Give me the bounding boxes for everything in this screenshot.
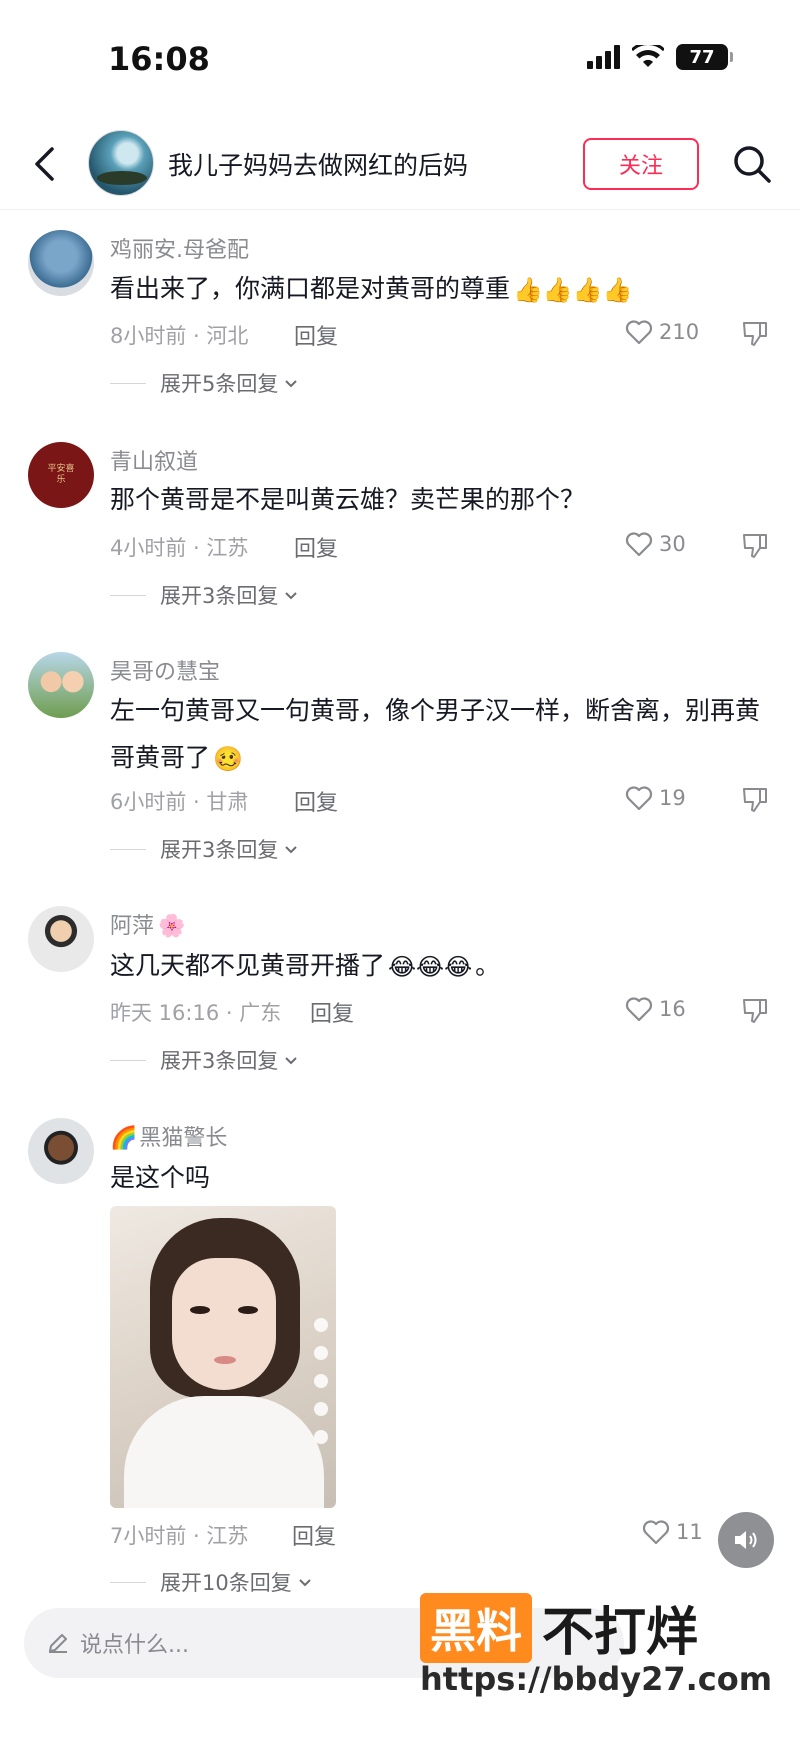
avatar[interactable]: [28, 906, 94, 972]
video-thumbnail[interactable]: [110, 1206, 336, 1508]
comment-username[interactable]: 阿萍 🌸: [110, 908, 185, 940]
watermark: 黑料 不打烊 https://bbdy27.com: [420, 1590, 800, 1710]
chevron-left-icon: [35, 147, 54, 181]
status-time: 16:08: [108, 40, 210, 78]
like-count: 11: [676, 1520, 703, 1544]
heart-icon: [625, 320, 653, 345]
like-count: 19: [659, 786, 686, 810]
divider: [110, 1059, 146, 1061]
avatar[interactable]: [28, 230, 94, 296]
speaker-icon: [735, 1531, 757, 1549]
like-count: 30: [659, 532, 686, 556]
divider: [110, 382, 146, 384]
thumbs-down-icon: [743, 999, 767, 1023]
thumbs-down-icon: [743, 534, 767, 558]
avatar-text: 平安喜乐: [47, 464, 75, 485]
thumbs-down-icon: [743, 322, 767, 346]
like-button[interactable]: 30: [625, 531, 686, 557]
comment-text: 是这个吗: [110, 1163, 211, 1192]
heart-icon: [625, 786, 653, 811]
reply-button[interactable]: 回复: [294, 319, 338, 351]
reply-button[interactable]: 回复: [294, 785, 338, 817]
avatar[interactable]: 平安喜乐: [28, 442, 94, 508]
page-title[interactable]: 我儿子妈妈去做网红的后妈: [168, 146, 468, 182]
rainbow-icon: 🌈: [110, 1126, 138, 1151]
chevron-down-icon: [285, 1057, 298, 1065]
dislike-button[interactable]: [740, 784, 770, 814]
dislike-button[interactable]: [740, 995, 770, 1025]
avatar[interactable]: [28, 652, 94, 718]
back-button[interactable]: [26, 144, 62, 184]
laughing-icon: 😂😂😂: [388, 952, 473, 981]
like-button[interactable]: 19: [625, 785, 686, 811]
chevron-down-icon: [299, 1579, 311, 1587]
divider: [110, 1581, 146, 1583]
comment-username[interactable]: 鸡丽安.母爸配: [110, 232, 249, 264]
expand-replies-button[interactable]: 展开3条回复: [110, 834, 300, 864]
wifi-icon: [632, 45, 664, 69]
nav-bar: 我儿子妈妈去做网红的后妈 关注: [0, 118, 800, 210]
dislike-button[interactable]: [740, 318, 770, 348]
expand-replies-button[interactable]: 展开5条回复: [110, 368, 300, 398]
like-count: 210: [659, 320, 700, 344]
comment-meta: 7小时前 · 江苏: [110, 1524, 249, 1548]
comment-username[interactable]: 青山叙道: [110, 444, 198, 476]
comment-text: 这几天都不见黄哥开播了 😂😂😂。: [110, 942, 760, 991]
video-side-icons: [314, 1318, 328, 1444]
divider: [110, 848, 146, 850]
expand-replies-button[interactable]: 展开3条回复: [110, 1045, 300, 1075]
like-count: 16: [659, 997, 686, 1021]
heart-icon: [642, 1520, 670, 1545]
comment-meta: 昨天 16:16 · 广东: [110, 1001, 282, 1025]
like-button[interactable]: 16: [625, 996, 686, 1022]
comment-username[interactable]: 🌈黑猫警长: [110, 1120, 227, 1152]
chevron-down-icon: [285, 380, 298, 388]
thumbs-down-icon: [743, 788, 767, 812]
author-avatar[interactable]: [88, 130, 154, 196]
search-button[interactable]: [730, 142, 774, 186]
sound-button[interactable]: [718, 1512, 774, 1568]
signal-icon: [587, 45, 620, 69]
watermark-text: 不打烊: [542, 1603, 699, 1663]
comment-meta: 4小时前 · 江苏: [110, 536, 249, 560]
pencil-icon: [49, 1634, 67, 1653]
divider: [110, 594, 146, 596]
watermark-badge: 黑料: [420, 1592, 532, 1663]
reply-button[interactable]: 回复: [310, 996, 354, 1028]
dizzy-face-icon: 🥴: [213, 744, 243, 773]
comment-text: 左一句黄哥又一句黄哥，像个男子汉一样，断舍离，别再黄哥黄哥了 🥴: [110, 687, 760, 783]
follow-button[interactable]: 关注: [583, 138, 699, 190]
comment-username[interactable]: 昊哥の慧宝: [110, 654, 220, 686]
search-icon: [734, 146, 771, 183]
comment-meta: 6小时前 · 甘肃: [110, 790, 249, 814]
expand-replies-button[interactable]: 展开10条回复: [110, 1567, 314, 1597]
heart-icon: [625, 532, 653, 557]
comment-meta: 8小时前 · 河北: [110, 324, 249, 348]
watermark-url: https://bbdy27.com: [420, 1660, 773, 1698]
expand-replies-button[interactable]: 展开3条回复: [110, 580, 300, 610]
battery-indicator: 77: [676, 44, 733, 70]
comment-text: 那个黄哥是不是叫黄云雄？卖芒果的那个？: [110, 485, 586, 514]
reply-button[interactable]: 回复: [294, 531, 338, 563]
thumbs-up-icon: 👍👍👍👍: [513, 275, 633, 304]
like-button[interactable]: 11: [642, 1519, 703, 1545]
chevron-down-icon: [285, 592, 298, 600]
flower-icon: 🌸: [158, 914, 186, 939]
status-bar: 16:08 77: [0, 0, 800, 110]
chevron-down-icon: [285, 846, 298, 854]
like-button[interactable]: 210: [625, 319, 699, 345]
avatar[interactable]: [28, 1118, 94, 1184]
comment-input-placeholder: 说点什么...: [80, 1633, 189, 1658]
status-icons: 77: [587, 44, 733, 70]
reply-button[interactable]: 回复: [292, 1519, 336, 1551]
dislike-button[interactable]: [740, 530, 770, 560]
heart-icon: [625, 997, 653, 1022]
comment-text: 看出来了，你满口都是对黄哥的尊重 👍👍👍👍: [110, 265, 760, 314]
